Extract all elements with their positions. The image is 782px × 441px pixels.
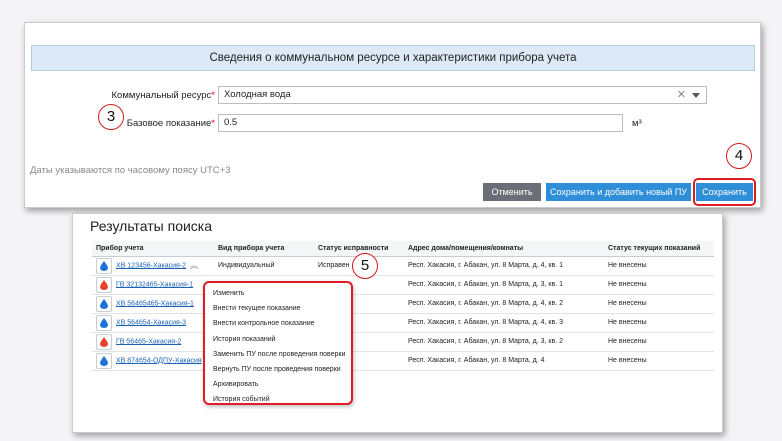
hot-water-drop-icon <box>96 333 112 350</box>
unit-label: м³ <box>632 118 642 129</box>
table-row: ХВ 874654-ОДПУ-Хакасия︾ Коллективный (об… <box>92 351 714 371</box>
address-cell: Респ. Хакасия, г. Абакан, ул. 8 Марта, д… <box>404 275 604 295</box>
column-header-readings[interactable]: Статус текущих показаний <box>604 241 714 257</box>
meter-form-panel: Сведения о коммунальном ресурсе и характ… <box>24 22 761 208</box>
cancel-button[interactable]: Отменить <box>483 183 541 201</box>
required-marker: * <box>211 118 215 129</box>
column-header-meter[interactable]: Прибор учета <box>92 241 214 257</box>
readings-cell: Не внесены <box>604 351 714 371</box>
meter-cell: ХВ 564654-Хакасия-3 <box>92 313 214 333</box>
water-drop-icon <box>96 314 112 331</box>
table-row: ХВ 564654-Хакасия-3 Респ. Хакасия, г. Аб… <box>92 313 714 333</box>
meter-link[interactable]: ХВ 56465465-Хакасия-1 <box>116 300 194 307</box>
address-cell: Респ. Хакасия, г. Абакан, ул. 8 Марта, д… <box>404 313 604 333</box>
readings-cell: Не внесены <box>604 313 714 333</box>
readings-cell: Не внесены <box>604 332 714 352</box>
callout-5: 5 <box>352 253 378 279</box>
address-cell: Респ. Хакасия, г. Абакан, ул. 8 Марта, д… <box>404 294 604 314</box>
meter-cell: ХВ 56465465-Хакасия-1 <box>92 294 214 314</box>
meter-cell: ГВ 56465-Хакасия-2 <box>92 332 214 352</box>
resource-select[interactable]: Холодная вода ✕ <box>218 86 707 104</box>
resource-select-value: Холодная вода <box>224 89 291 100</box>
base-reading-label: Базовое показание <box>126 118 212 129</box>
callout-3: 3 <box>98 104 124 130</box>
chevron-up-icon[interactable]: ︽ <box>190 261 198 270</box>
meter-cell: ХВ 874654-ОДПУ-Хакасия︾ <box>92 351 214 371</box>
table-row: ХВ 123456-Хакасия-2 ︽ Индивидуальный Испр… <box>92 256 714 276</box>
address-cell: Респ. Хакасия, г. Абакан, ул. 8 Марта, д… <box>404 332 604 352</box>
meter-link[interactable]: ХВ 564654-Хакасия-3 <box>116 319 186 326</box>
resource-label-wrap: Коммунальный ресурс* <box>85 90 215 101</box>
menu-item-events-history[interactable]: История событий <box>205 392 351 407</box>
save-highlight-box <box>693 178 756 206</box>
menu-item-readings-history[interactable]: История показаний <box>205 332 351 347</box>
save-and-add-button[interactable]: Сохранить и добавить новый ПУ <box>546 183 691 201</box>
clear-icon[interactable]: ✕ <box>677 87 686 103</box>
address-cell: Респ. Хакасия, г. Абакан, ул. 8 Марта, д… <box>404 256 604 276</box>
base-reading-input[interactable]: 0.5 <box>218 114 623 132</box>
menu-item-enter-control-reading[interactable]: Внести контрольное показание <box>205 316 351 331</box>
search-results-panel: Результаты поиска Прибор учета Вид прибо… <box>72 213 723 433</box>
table-row: ХВ 56465465-Хакасия-1 Респ. Хакасия, г. … <box>92 294 714 314</box>
timezone-note: Даты указываются по часовому поясу UTC+3 <box>30 165 231 176</box>
section-title: Сведения о коммунальном ресурсе и характ… <box>31 45 755 71</box>
address-cell: Респ. Хакасия, г. Абакан, ул. 8 Марта, д… <box>404 351 604 371</box>
meter-link[interactable]: ХВ 123456-Хакасия-2 <box>116 262 186 269</box>
column-header-type[interactable]: Вид прибора учета <box>214 241 314 257</box>
menu-item-return-after-verification[interactable]: Вернуть ПУ после проведения поверки <box>205 362 351 377</box>
menu-item-replace-after-verification[interactable]: Заменить ПУ после проведения поверки <box>205 347 351 362</box>
menu-item-edit[interactable]: Изменить <box>205 286 351 301</box>
water-drop-icon <box>96 257 112 274</box>
required-marker: * <box>211 90 215 101</box>
table-row: ГВ 56465-Хакасия-2 Респ. Хакасия, г. Аба… <box>92 332 714 352</box>
meter-link[interactable]: ХВ 874654-ОДПУ-Хакасия <box>116 357 202 364</box>
meter-link[interactable]: ГВ 32132465-Хакасия-1 <box>116 281 193 288</box>
menu-item-enter-current-reading[interactable]: Внести текущее показание <box>205 301 351 316</box>
meter-cell: ГВ 32132465-Хакасия-1 <box>92 275 214 295</box>
chevron-down-icon[interactable] <box>692 93 700 98</box>
water-drop-icon <box>96 352 112 369</box>
meter-link[interactable]: ГВ 56465-Хакасия-2 <box>116 338 181 345</box>
menu-item-archive[interactable]: Архивировать <box>205 377 351 392</box>
meter-type: Индивидуальный <box>214 256 314 276</box>
results-table: Прибор учета Вид прибора учета Статус ис… <box>92 241 714 371</box>
hot-water-drop-icon <box>96 276 112 293</box>
water-drop-icon <box>96 295 112 312</box>
table-row: ГВ 32132465-Хакасия-1 Респ. Хакасия, г. … <box>92 275 714 295</box>
readings-cell: Не внесены <box>604 256 714 276</box>
results-title: Результаты поиска <box>90 218 213 234</box>
meter-cell: ХВ 123456-Хакасия-2 ︽ <box>92 256 214 276</box>
readings-cell: Не внесены <box>604 275 714 295</box>
resource-label: Коммунальный ресурс <box>111 90 212 101</box>
row-actions-menu: Изменить Внести текущее показание Внести… <box>203 281 353 405</box>
table-header-row: Прибор учета Вид прибора учета Статус ис… <box>92 241 714 257</box>
column-header-address[interactable]: Адрес дома/помещения/комнаты <box>404 241 604 257</box>
readings-cell: Не внесены <box>604 294 714 314</box>
callout-4: 4 <box>726 143 752 169</box>
